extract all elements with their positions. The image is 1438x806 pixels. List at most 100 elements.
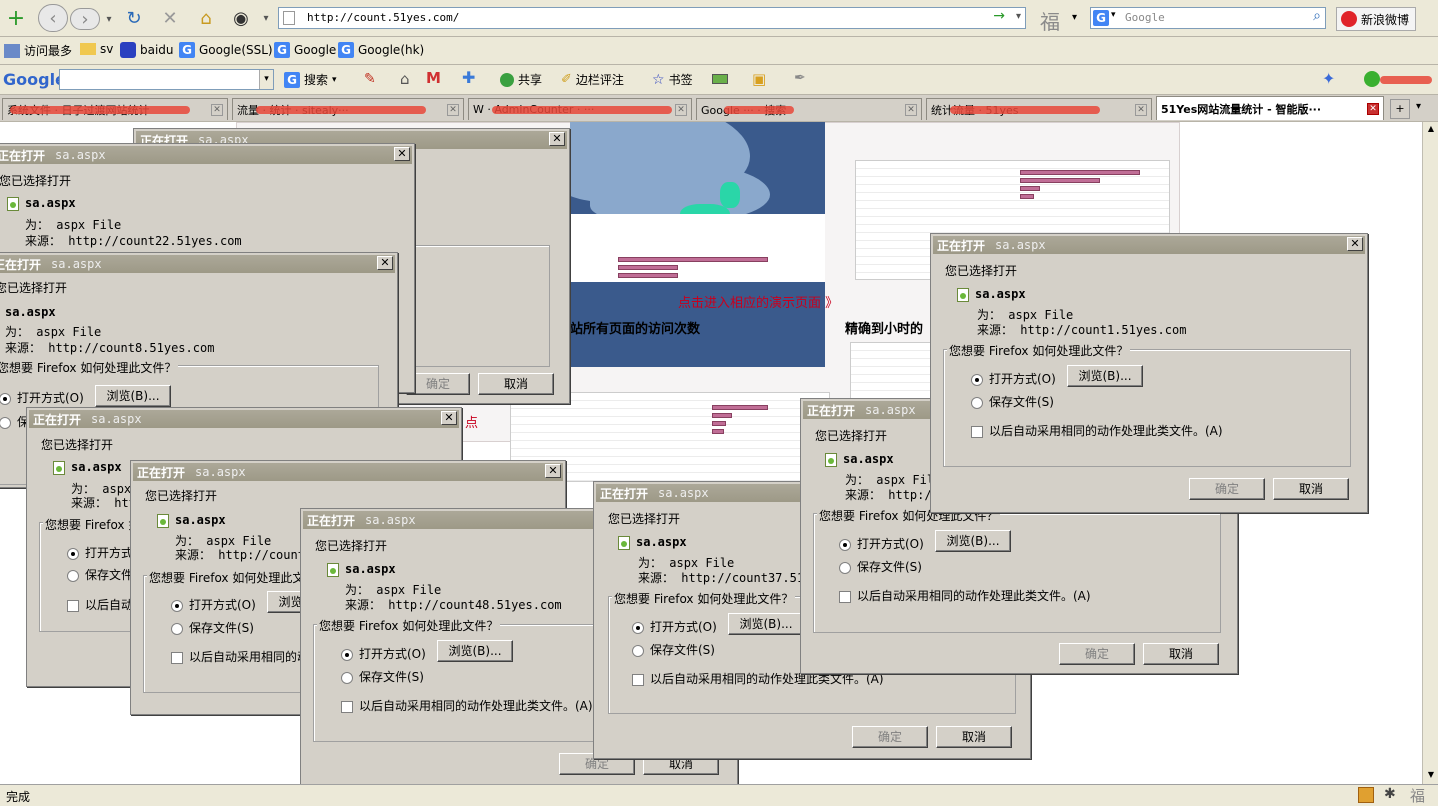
bookmarks-button[interactable]: ☆ 书签 <box>652 71 693 88</box>
user-icon[interactable] <box>1364 71 1380 87</box>
url-bar[interactable]: http://count.51yes.com/ → ▾ <box>278 7 1026 29</box>
home-icon[interactable]: ⌂ <box>194 6 218 30</box>
vertical-scrollbar[interactable]: ▲ ▼ <box>1422 122 1438 784</box>
radio-selected[interactable] <box>632 621 644 634</box>
radio-selected[interactable] <box>341 648 353 661</box>
browse-button[interactable]: 浏览(B)... <box>95 385 171 407</box>
auto-action-checkbox[interactable]: 以后自动采用相同的动作处理此类文件。(A) <box>341 697 593 714</box>
new-tab-button[interactable]: + <box>1390 99 1410 119</box>
open-with-radio[interactable]: 打开方式(O) <box>171 596 256 613</box>
tab-close-icon[interactable]: ✕ <box>905 103 917 116</box>
bookmark-google-ssl[interactable]: G Google(SSL) <box>179 42 273 58</box>
radio-unselected[interactable] <box>341 671 353 684</box>
auto-action-checkbox[interactable]: 以后自动采用相同的动作处理此类文件。(A) <box>839 587 1091 604</box>
save-file-radio[interactable]: 保存文件(S) <box>632 641 715 658</box>
news-icon[interactable]: ✎ <box>364 71 376 87</box>
close-icon[interactable]: ✕ <box>1347 237 1363 251</box>
engine-dropdown-icon[interactable]: ▾ <box>1111 10 1116 20</box>
checkbox[interactable] <box>341 700 353 713</box>
checkbox[interactable] <box>971 425 983 438</box>
radio-unselected[interactable] <box>67 569 79 582</box>
radio-unselected[interactable] <box>839 561 851 574</box>
radio-unselected[interactable] <box>0 416 11 429</box>
forward-button[interactable]: › <box>70 8 100 30</box>
checkbox[interactable] <box>632 673 644 686</box>
go-arrow-icon[interactable]: → <box>993 8 1005 24</box>
browse-button[interactable]: 浏览(B)... <box>1067 365 1143 387</box>
gmail-icon[interactable]: M <box>426 69 441 87</box>
tool-dropdown-icon[interactable]: ▾ <box>260 8 272 28</box>
cancel-button[interactable]: 取消 <box>478 373 554 395</box>
history-dropdown-icon[interactable]: ▾ <box>102 8 116 30</box>
radio-unselected[interactable] <box>632 644 644 657</box>
cancel-button[interactable]: 取消 <box>936 726 1012 748</box>
google-engine-icon[interactable]: G <box>1093 10 1109 26</box>
bookmark-google[interactable]: G Google <box>274 42 336 58</box>
bug-icon[interactable]: ✱ <box>1384 786 1396 802</box>
checkbox[interactable] <box>839 590 851 603</box>
cancel-button[interactable]: 取消 <box>1273 478 1349 500</box>
google-toolbar-search-input[interactable]: ▾ <box>59 69 274 90</box>
wrench-icon[interactable]: ✦ <box>1322 69 1335 88</box>
new-tab-icon[interactable]: + <box>4 6 28 31</box>
scroll-down-icon[interactable]: ▼ <box>1425 770 1437 782</box>
tab-list-icon[interactable]: ▾ <box>1416 101 1421 112</box>
open-with-radio[interactable]: 打开方式(O) <box>0 389 84 406</box>
cancel-button[interactable]: 取消 <box>1143 643 1219 665</box>
radio-selected[interactable] <box>839 538 851 551</box>
back-button[interactable]: ‹ <box>38 4 68 32</box>
tab-close-icon[interactable]: ✕ <box>1135 103 1147 116</box>
save-file-radio[interactable]: 保存文件(S) <box>171 619 254 636</box>
ok-button[interactable]: 确定 <box>406 373 470 395</box>
plus-icon[interactable]: ✚ <box>462 68 475 87</box>
ok-button[interactable]: 确定 <box>1189 478 1265 500</box>
close-icon[interactable]: ✕ <box>545 464 561 478</box>
close-icon[interactable]: ✕ <box>441 411 457 425</box>
share-button[interactable]: 共享 <box>500 71 542 88</box>
fu-dropdown-icon[interactable]: ▾ <box>1072 12 1077 23</box>
scroll-up-icon[interactable]: ▲ <box>1425 124 1437 136</box>
fu-status-icon[interactable]: 福 <box>1410 785 1425 806</box>
close-icon[interactable]: ✕ <box>549 132 565 146</box>
tab-close-icon[interactable]: ✕ <box>211 103 223 116</box>
radio-unselected[interactable] <box>971 396 983 409</box>
add-icon[interactable]: ▣ <box>752 70 766 88</box>
open-with-radio[interactable]: 打开方式(O) <box>839 535 924 552</box>
close-icon[interactable]: ✕ <box>394 147 410 161</box>
browse-button[interactable]: 浏览(B)... <box>437 640 513 662</box>
bank-icon[interactable]: ⌂ <box>400 70 410 88</box>
url-dropdown-icon[interactable]: ▾ <box>1016 11 1021 22</box>
search-magnifier-icon[interactable]: ⌕ <box>1313 8 1321 24</box>
weibo-button[interactable]: 新浪微博 <box>1336 7 1416 31</box>
radio-selected[interactable] <box>171 599 183 612</box>
reload-icon[interactable]: ↻ <box>122 6 146 30</box>
bookmark-baidu[interactable]: baidu <box>120 42 174 58</box>
ok-button[interactable]: 确定 <box>852 726 928 748</box>
open-with-radio[interactable]: 打开方式(O) <box>632 618 717 635</box>
demo-link[interactable]: 点击进入相应的演示页面 》 <box>678 292 838 311</box>
screenshot-tool-icon[interactable]: ◉ <box>228 6 254 30</box>
bookmark-google-hk[interactable]: G Google(hk) <box>338 42 424 58</box>
stop-icon[interactable]: ✕ <box>158 6 182 30</box>
bookmark-most-visited[interactable]: 访问最多 <box>4 42 72 59</box>
checkbox[interactable] <box>171 651 183 664</box>
google-search-button[interactable]: G 搜索 ▾ <box>284 71 337 88</box>
open-with-radio[interactable]: 打开方式(O) <box>341 645 426 662</box>
radio-unselected[interactable] <box>171 622 183 635</box>
tab-5-active[interactable]: 51Yes网站流量统计 - 智能版··· ✕ <box>1156 96 1384 120</box>
browse-button[interactable]: 浏览(B)... <box>728 613 804 635</box>
open-with-radio[interactable]: 打开方式(O) <box>971 370 1056 387</box>
browse-button[interactable]: 浏览(B)... <box>935 530 1011 552</box>
bookmark-sv[interactable]: sv <box>80 42 113 56</box>
checkbox[interactable] <box>67 599 79 612</box>
search-box[interactable]: G ▾ Google ⌕ <box>1090 7 1326 29</box>
close-icon[interactable]: ✕ <box>377 256 393 270</box>
tab-close-icon[interactable]: ✕ <box>675 103 687 116</box>
radio-selected[interactable] <box>67 547 79 560</box>
sidewiki-button[interactable]: ✐ 边栏评注 <box>561 71 624 88</box>
pagerank-icon[interactable] <box>712 74 728 84</box>
save-file-radio[interactable]: 保存文件(S) <box>839 558 922 575</box>
radio-selected[interactable] <box>0 392 11 405</box>
tab-close-icon[interactable]: ✕ <box>447 103 459 116</box>
tab-close-icon[interactable]: ✕ <box>1367 102 1379 115</box>
